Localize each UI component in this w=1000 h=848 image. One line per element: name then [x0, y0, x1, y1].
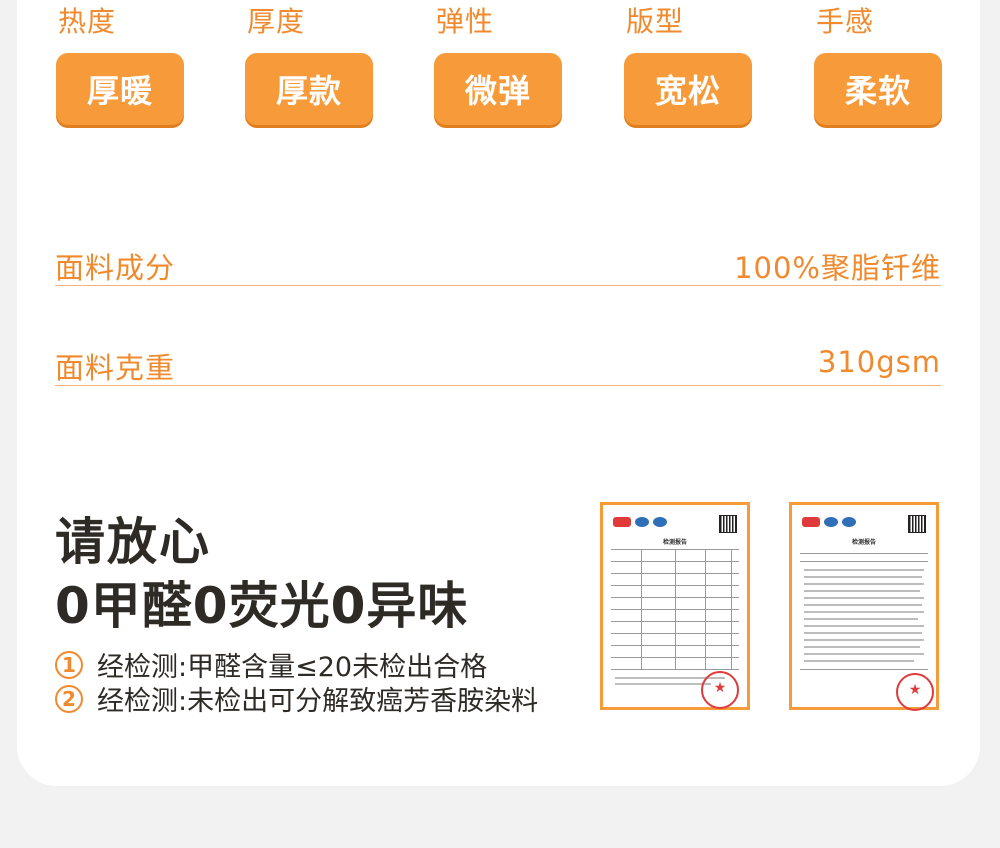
ilac-logo-icon: [824, 517, 838, 527]
attribute-label: 厚度: [247, 5, 306, 38]
attribute-label: 弹性: [436, 5, 495, 38]
assurance-note-2: 2 经检测:未检出可分解致癌芳香胺染料: [55, 679, 538, 718]
circled-number-icon: 2: [55, 684, 83, 713]
test-report-thumbnail-2[interactable]: 检测报告 ★: [789, 502, 939, 711]
attribute-value-pill: 厚款: [245, 53, 373, 125]
qr-code-icon: [908, 515, 926, 533]
cnas-logo-icon: [653, 517, 667, 527]
spec-value: 100%聚脂钎维: [734, 251, 941, 285]
official-stamp-icon: ★: [701, 671, 739, 709]
spec-row-composition: 面料成分 100%聚脂钎维: [55, 245, 941, 286]
cma-logo-icon: [802, 517, 820, 527]
assurance-headline: 请放心: [55, 513, 211, 571]
report-title: 检测报告: [851, 539, 876, 546]
cma-logo-icon: [613, 517, 631, 527]
attribute-value-pill: 微弹: [434, 53, 562, 125]
attribute-value-pill: 宽松: [624, 53, 752, 125]
attribute-label: 手感: [816, 5, 875, 38]
ilac-logo-icon: [635, 517, 649, 527]
cnas-logo-icon: [842, 517, 856, 527]
spec-value: 310gsm: [817, 345, 941, 379]
note-text: 经检测:未检出可分解致癌芳香胺染料: [97, 686, 539, 717]
attribute-value-pill: 柔软: [814, 53, 942, 125]
circled-number-icon: 1: [55, 650, 83, 679]
official-stamp-icon: ★: [896, 673, 934, 711]
spec-key: 面料克重: [55, 351, 176, 385]
spec-key: 面料成分: [55, 251, 176, 285]
assurance-subheadline: 0甲醛0荧光0异味: [55, 577, 469, 635]
spec-row-weight: 面料克重 310gsm: [55, 345, 941, 386]
test-report-thumbnail-1[interactable]: 检测报告 ★: [600, 502, 750, 710]
attribute-value-pill: 厚暖: [56, 53, 184, 125]
attribute-label: 版型: [626, 5, 685, 38]
report-title: 检测报告: [662, 539, 687, 546]
attribute-label: 热度: [58, 5, 117, 38]
qr-code-icon: [719, 515, 737, 533]
